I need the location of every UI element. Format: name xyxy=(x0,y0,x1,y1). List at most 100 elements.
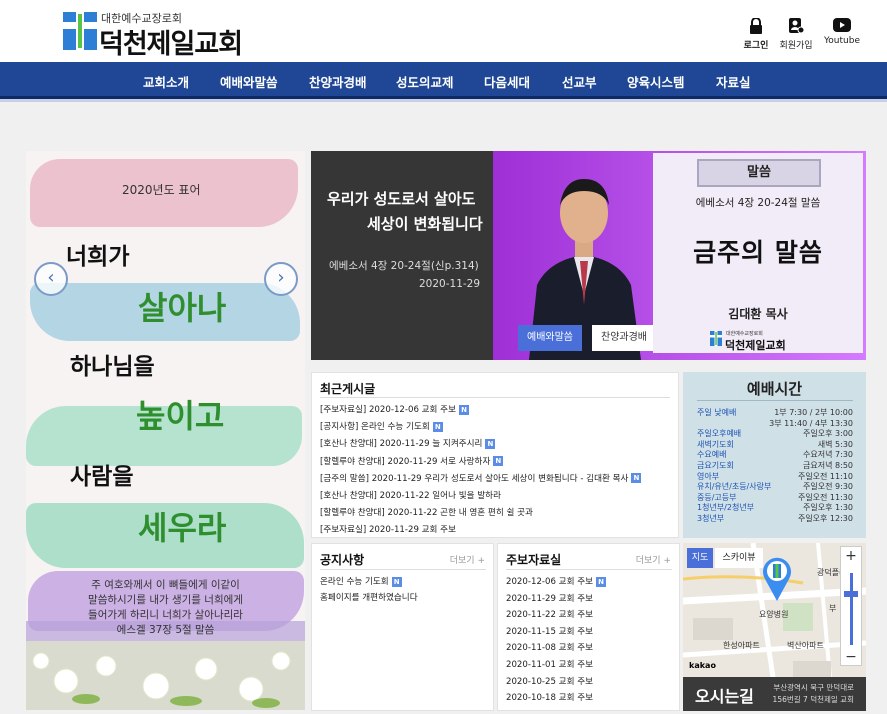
post-item[interactable]: 2020-12-06 교회 주보 N xyxy=(506,575,607,587)
address-line: 부산광역시 북구 만덕대로 xyxy=(773,683,854,692)
post-item[interactable]: [공지사항] 온라인 수능 기도회 N xyxy=(320,420,443,432)
recent-posts-title: 최근게시글 xyxy=(320,382,376,396)
post-title: [호산나 찬양대] 2020-11-22 일어나 빛을 발하라 xyxy=(320,491,501,501)
sermon-banner[interactable]: 우리가 성도로서 살아도 세상이 변화됩니다 에베소서 4장 20-24절(신p… xyxy=(311,151,866,360)
post-item[interactable]: [할렐루야 찬양대] 2020-11-29 서로 사랑하자 N xyxy=(320,455,504,467)
post-item[interactable]: [호산나 찬양대] 2020-11-22 일어나 빛을 발하라 xyxy=(320,489,501,501)
sermon-scripture: 에베소서 4장 20-24절 말씀 xyxy=(695,197,821,209)
post-title: [주보자료실] 2020-11-29 교회 주보 xyxy=(320,525,457,536)
notice-title: 공지사항 xyxy=(320,553,365,567)
post-title: 2020-12-06 교회 주보 xyxy=(506,577,594,587)
post-item[interactable]: 2020-11-29 교회 주보 xyxy=(506,592,593,604)
slider-next-button[interactable]: › xyxy=(264,262,298,296)
post-item[interactable]: 홈페이지를 개편하였습니다 xyxy=(320,591,418,603)
post-item[interactable]: 2020-11-22 교회 주보 xyxy=(506,608,593,620)
location-map[interactable]: 지도 스카이뷰 광덕플러 요양병원 한성아파트 벽산아파트 부 + − kaka… xyxy=(683,543,866,711)
zoom-slider-handle[interactable] xyxy=(844,591,858,597)
worship-name: 유치/유년/초등/사랑부 xyxy=(697,482,772,492)
notice-card: 공지사항 더보기 + 온라인 수능 기도회 N 홈페이지를 개편하였습니다 xyxy=(311,543,494,711)
zoom-slider-track[interactable] xyxy=(850,573,853,645)
nav-item-discipleship[interactable]: 양육시스템 xyxy=(627,72,685,91)
post-item[interactable]: 온라인 수능 기도회 N xyxy=(320,575,402,587)
motto-line: 너희가 xyxy=(66,244,130,270)
worship-time: 주일오전 9:30 xyxy=(803,482,853,492)
motto-line: 하나님을 xyxy=(70,354,155,380)
signup-label: 회원가입 xyxy=(779,41,813,51)
post-item[interactable]: [호산나 찬양대] 2020-11-29 늘 지켜주시리 N xyxy=(320,437,496,450)
nav-item-nextgen[interactable]: 다음세대 xyxy=(484,72,530,91)
divider xyxy=(320,397,670,398)
nav-item-worship[interactable]: 예배와말씀 xyxy=(220,72,278,91)
post-title: 홈페이지를 개편하였습니다 xyxy=(320,593,418,603)
motto-year: 2020년도 표어 xyxy=(122,183,201,197)
post-item[interactable]: [할렐루야 찬양대] 2020-11-22 곤한 내 영혼 편히 쉴 곳과 xyxy=(320,506,533,518)
worship-row: 영아부 주일오전 11:10 xyxy=(697,471,853,482)
post-title: 온라인 수능 기도회 xyxy=(320,577,389,587)
post-title: 2020-10-25 교회 주보 xyxy=(506,676,594,687)
tab-worship[interactable]: 예배와말씀 xyxy=(518,325,582,351)
post-title: [할렐루야 찬양대] 2020-11-29 서로 사랑하자 xyxy=(320,456,491,467)
nav-item-mission[interactable]: 선교부 xyxy=(562,72,597,91)
divider xyxy=(320,569,486,570)
worship-time: 3부 11:40 / 4부 13:30 xyxy=(769,418,853,428)
post-item[interactable]: 2020-11-01 교회 주보 xyxy=(506,658,593,670)
lock-icon xyxy=(750,18,762,34)
new-badge-icon: N xyxy=(493,456,504,467)
nav-item-archive[interactable]: 자료실 xyxy=(716,72,751,91)
motto-line: 사람을 xyxy=(70,464,134,490)
post-title: 2020-11-08 교회 주보 xyxy=(506,643,594,654)
worship-row: 1청년부/2청년부 주일오후 1:30 xyxy=(697,502,853,513)
worship-name: 주일오후예배 xyxy=(697,429,742,439)
worship-name: 중등/고등부 xyxy=(697,492,737,502)
church-small-name: 덕천제일교회 xyxy=(725,339,786,352)
church-small-sub: 대한예수교장로회 xyxy=(726,331,763,337)
post-title: 2020-11-01 교회 주보 xyxy=(506,660,594,670)
bulletin-more-link[interactable]: 더보기 + xyxy=(636,553,671,566)
worship-name: 금요기도회 xyxy=(697,461,734,470)
new-badge-icon: N xyxy=(391,576,402,587)
post-item[interactable]: 2020-11-08 교회 주보 xyxy=(506,641,593,653)
nav-item-fellowship[interactable]: 성도의교제 xyxy=(396,72,454,91)
post-title: [호산나 찬양대] 2020-11-29 늘 지켜주시리 xyxy=(320,439,483,450)
youtube-link[interactable]: Youtube xyxy=(817,18,867,46)
notice-more-link[interactable]: 더보기 + xyxy=(450,553,485,566)
sermon-info: 우리가 성도로서 살아도 세상이 변화됩니다 에베소서 4장 20-24절(신p… xyxy=(311,151,493,360)
post-item[interactable]: 2020-10-25 교회 주보 xyxy=(506,675,593,687)
map-tab-skyview[interactable]: 스카이뷰 xyxy=(715,548,763,568)
worship-times: 예배시간 주일 낮예배 1부 7:30 / 2부 10:00 3부 11:40 / … xyxy=(683,372,866,538)
nav-item-about[interactable]: 교회소개 xyxy=(143,72,189,91)
slider-prev-button[interactable]: ‹ xyxy=(34,262,68,296)
tab-praise[interactable]: 찬양과경배 xyxy=(592,325,656,351)
logo[interactable]: 대한예수교장로회 덕천제일교회 xyxy=(63,10,263,60)
nav-item-praise[interactable]: 찬양과경배 xyxy=(309,72,367,91)
worship-time: 1부 7:30 / 2부 10:00 xyxy=(774,408,853,417)
sermon-visual: 예배와말씀 찬양과경배 말씀 에베소서 4장 20-24절 말씀 금주의 말씀 … xyxy=(493,151,866,360)
divider xyxy=(506,569,672,570)
zoom-out-button[interactable]: − xyxy=(841,649,861,665)
worship-name: 영아부 xyxy=(697,471,720,481)
new-badge-icon: N xyxy=(432,421,443,432)
youtube-icon xyxy=(833,18,851,32)
location-pin-icon xyxy=(763,557,791,601)
post-item[interactable]: [금주의 말씀] 2020-11-29 우리가 성도로서 살아도 세상이 변화됩… xyxy=(320,472,642,484)
new-badge-icon: N xyxy=(459,404,470,415)
worship-row: 금요기도회 금요저녁 8:50 xyxy=(697,460,853,471)
directions-title: 오시는길 xyxy=(695,687,754,706)
chevron-right-icon: › xyxy=(277,267,285,288)
motto-line: 높이고 xyxy=(136,397,225,435)
worship-time: 새벽 5:30 xyxy=(817,439,853,449)
motto-line: 살아나 xyxy=(138,289,227,327)
post-item[interactable]: [주보자료실] 2020-12-06 교회 주보 N xyxy=(320,403,470,415)
flowers-illustration xyxy=(26,641,305,710)
post-item[interactable]: 2020-10-18 교회 주보 xyxy=(506,691,593,703)
zoom-in-button[interactable]: + xyxy=(841,548,861,564)
post-item[interactable]: 2020-11-15 교회 주보 xyxy=(506,625,593,637)
worship-row: 수요예배 수요저녁 7:30 xyxy=(697,449,853,460)
signup-link[interactable]: 회원가입 xyxy=(771,18,821,51)
motto-banner: 2020년도 표어 너희가 살아나 하나님을 높이고 사람을 세우라 주 여호와… xyxy=(26,151,305,710)
worship-name: 주일 낮예배 xyxy=(697,408,737,417)
new-badge-icon: N xyxy=(596,576,607,587)
worship-time: 수요저녁 7:30 xyxy=(803,450,853,460)
post-item[interactable]: [주보자료실] 2020-11-29 교회 주보 xyxy=(320,523,456,535)
map-tab-map[interactable]: 지도 xyxy=(687,548,713,568)
